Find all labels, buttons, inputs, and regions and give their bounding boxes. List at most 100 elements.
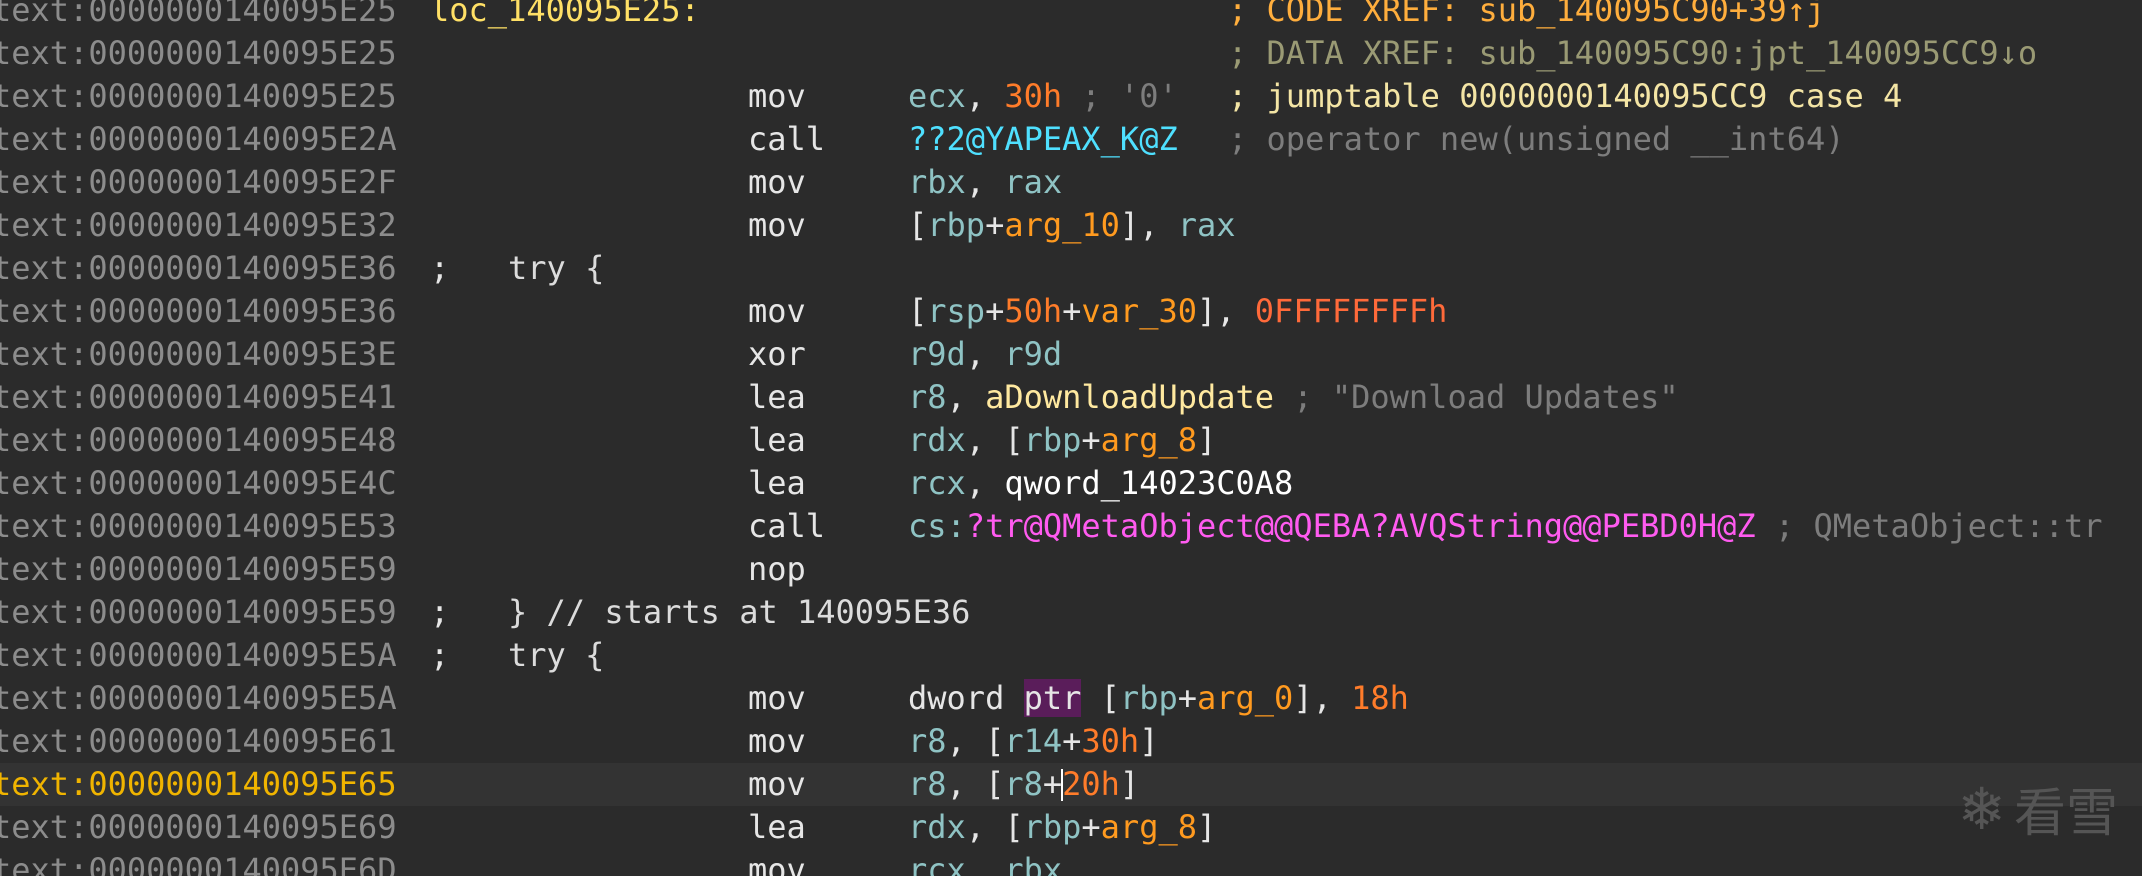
code-xref-comment[interactable]: ; CODE XREF: sub_140095C90+39↑j xyxy=(1228,0,1825,32)
instruction-mnemonic[interactable]: nop xyxy=(748,548,806,591)
string-comment: ; "Download Updates" xyxy=(1293,378,1679,416)
instruction-mnemonic[interactable]: mov xyxy=(748,677,806,720)
immediate-operand[interactable]: 20h xyxy=(1062,765,1120,803)
register-operand[interactable]: rcx xyxy=(908,851,966,876)
import-operand[interactable]: ??2@YAPEAX_K@Z xyxy=(908,120,1178,158)
register-operand[interactable]: r8 xyxy=(908,765,947,803)
instruction-mnemonic[interactable]: mov xyxy=(748,75,806,118)
instruction-operands[interactable]: r8, [r8+20h] xyxy=(908,763,1139,806)
register-operand[interactable]: rbp xyxy=(927,206,985,244)
register-operand[interactable]: rax xyxy=(1178,206,1236,244)
immediate-operand[interactable]: 30h xyxy=(1081,722,1139,760)
register-operand[interactable]: r14 xyxy=(1004,722,1062,760)
stack-variable[interactable]: arg_8 xyxy=(1101,808,1197,846)
instruction-mnemonic[interactable]: call xyxy=(748,505,825,548)
instruction-mnemonic[interactable]: call xyxy=(748,118,825,161)
disasm-line[interactable]: text:0000000140095E25 loc_140095E25: ; C… xyxy=(0,0,2142,32)
stack-variable[interactable]: arg_10 xyxy=(1004,206,1120,244)
instruction-operands[interactable]: r9d, r9d xyxy=(908,333,1062,376)
disasm-line[interactable]: text:0000000140095E36 mov [rsp+50h+var_3… xyxy=(0,290,2142,333)
string-symbol[interactable]: aDownloadUpdate xyxy=(985,378,1274,416)
snowflake-icon: ❄ xyxy=(1957,774,2006,843)
register-operand[interactable]: rdx xyxy=(908,808,966,846)
register-operand[interactable]: rbx xyxy=(1004,851,1062,876)
auto-comment: ; operator new(unsigned __int64) xyxy=(1228,120,1845,158)
register-operand[interactable]: rbp xyxy=(1024,808,1082,846)
function-operand[interactable]: ?tr@QMetaObject@@QEBA?AVQString@@PEBD0H@… xyxy=(966,507,1756,545)
immediate-operand[interactable]: 30h xyxy=(1004,77,1062,115)
stack-variable[interactable]: arg_8 xyxy=(1101,421,1197,459)
disasm-line[interactable]: text:0000000140095E59 ; } // starts at 1… xyxy=(0,591,2142,634)
disasm-line[interactable]: text:0000000140095E32 mov [rbp+arg_10], … xyxy=(0,204,2142,247)
disasm-line[interactable]: text:0000000140095E25 mov ecx, 30h ; '0'… xyxy=(0,75,2142,118)
register-operand[interactable]: ecx xyxy=(908,77,966,115)
instruction-operands[interactable]: r8, [r14+30h] xyxy=(908,720,1158,763)
register-operand[interactable]: r9d xyxy=(908,335,966,373)
disasm-line[interactable]: text:0000000140095E48 lea rdx, [rbp+arg_… xyxy=(0,419,2142,462)
highlighted-ptr-keyword[interactable]: ptr xyxy=(1023,679,1082,717)
line-address: text:0000000140095E25 xyxy=(0,77,397,115)
instruction-operands[interactable]: rcx, rbx xyxy=(908,849,1062,876)
register-operand[interactable]: r8 xyxy=(1004,765,1043,803)
disasm-line[interactable]: text:0000000140095E5A ; try { xyxy=(0,634,2142,677)
disasm-line[interactable]: text:0000000140095E41 lea r8, aDownloadU… xyxy=(0,376,2142,419)
disasm-line[interactable]: text:0000000140095E2A call ??2@YAPEAX_K@… xyxy=(0,118,2142,161)
disasm-line[interactable]: text:0000000140095E69 lea rdx, [rbp+arg_… xyxy=(0,806,2142,849)
immediate-operand[interactable]: 18h xyxy=(1351,679,1409,717)
stack-variable[interactable]: arg_0 xyxy=(1197,679,1293,717)
register-operand[interactable]: rbp xyxy=(1024,421,1082,459)
disasm-line[interactable]: text:0000000140095E53 call cs:?tr@QMetaO… xyxy=(0,505,2142,548)
disasm-line[interactable]: text:0000000140095E4C lea rcx, qword_140… xyxy=(0,462,2142,505)
instruction-mnemonic[interactable]: mov xyxy=(748,161,806,204)
register-operand[interactable]: rdx xyxy=(908,421,966,459)
register-operand[interactable]: rcx xyxy=(908,464,966,502)
instruction-mnemonic[interactable]: mov xyxy=(748,204,806,247)
data-symbol[interactable]: qword_14023C0A8 xyxy=(1004,464,1293,502)
instruction-mnemonic[interactable]: mov xyxy=(748,720,806,763)
instruction-operands[interactable]: rcx, qword_14023C0A8 xyxy=(908,462,1293,505)
instruction-operands[interactable]: rbx, rax xyxy=(908,161,1062,204)
register-operand[interactable]: rbx xyxy=(908,163,966,201)
instruction-operands[interactable]: r8, aDownloadUpdate ; "Download Updates" xyxy=(908,376,1679,419)
line-address: text:0000000140095E36 xyxy=(0,249,397,287)
register-operand[interactable]: rax xyxy=(1004,163,1062,201)
comment-marker: ; xyxy=(430,249,450,287)
register-operand[interactable]: r8 xyxy=(908,722,947,760)
code-label[interactable]: loc_140095E25: xyxy=(430,0,700,32)
line-address: text:0000000140095E3E xyxy=(0,335,397,373)
instruction-mnemonic[interactable]: lea xyxy=(748,806,806,849)
stack-variable[interactable]: var_30 xyxy=(1081,292,1197,330)
instruction-mnemonic[interactable]: lea xyxy=(748,462,806,505)
instruction-operands[interactable]: cs:?tr@QMetaObject@@QEBA?AVQString@@PEBD… xyxy=(908,505,2102,548)
disasm-line[interactable]: text:0000000140095E5A mov dword ptr [rbp… xyxy=(0,677,2142,720)
disasm-line[interactable]: text:0000000140095E2F mov rbx, rax xyxy=(0,161,2142,204)
register-operand[interactable]: rbp xyxy=(1120,679,1178,717)
instruction-operands[interactable]: dword ptr [rbp+arg_0], 18h xyxy=(908,677,1409,720)
data-xref-comment[interactable]: ; DATA XREF: sub_140095C90:jpt_140095CC9… xyxy=(1228,32,2037,75)
instruction-operands[interactable]: [rbp+arg_10], rax xyxy=(908,204,1236,247)
register-operand[interactable]: rsp xyxy=(927,292,985,330)
instruction-operands[interactable]: ecx, 30h ; '0' xyxy=(908,75,1178,118)
instruction-mnemonic[interactable]: lea xyxy=(748,376,806,419)
register-operand[interactable]: r9d xyxy=(1004,335,1062,373)
disasm-line[interactable]: text:0000000140095E25 ; DATA XREF: sub_1… xyxy=(0,32,2142,75)
instruction-operands[interactable]: rdx, [rbp+arg_8] xyxy=(908,806,1216,849)
register-operand[interactable]: r8 xyxy=(908,378,947,416)
instruction-operands[interactable]: [rsp+50h+var_30], 0FFFFFFFFh xyxy=(908,290,1447,333)
disasm-line[interactable]: text:0000000140095E59 nop xyxy=(0,548,2142,591)
immediate-operand[interactable]: 0FFFFFFFFh xyxy=(1255,292,1448,330)
immediate-operand[interactable]: 50h xyxy=(1004,292,1062,330)
disasm-line[interactable]: text:0000000140095E61 mov r8, [r14+30h] xyxy=(0,720,2142,763)
instruction-mnemonic[interactable]: lea xyxy=(748,419,806,462)
instruction-mnemonic[interactable]: mov xyxy=(748,763,806,806)
disasm-line[interactable]: text:0000000140095E36 ; try { xyxy=(0,247,2142,290)
instruction-mnemonic[interactable]: mov xyxy=(748,849,806,876)
disasm-line[interactable]: text:0000000140095E3E xor r9d, r9d xyxy=(0,333,2142,376)
instruction-operands[interactable]: ??2@YAPEAX_K@Z xyxy=(908,118,1178,161)
disassembly-view[interactable]: text:0000000140095E25 loc_140095E25: ; C… xyxy=(0,0,2142,876)
current-disasm-line[interactable]: text:0000000140095E65 mov r8, [r8+20h] xyxy=(0,763,2142,806)
disasm-line[interactable]: text:0000000140095E6D mov rcx, rbx xyxy=(0,849,2142,876)
instruction-mnemonic[interactable]: xor xyxy=(748,333,806,376)
instruction-operands[interactable]: rdx, [rbp+arg_8] xyxy=(908,419,1216,462)
instruction-mnemonic[interactable]: mov xyxy=(748,290,806,333)
